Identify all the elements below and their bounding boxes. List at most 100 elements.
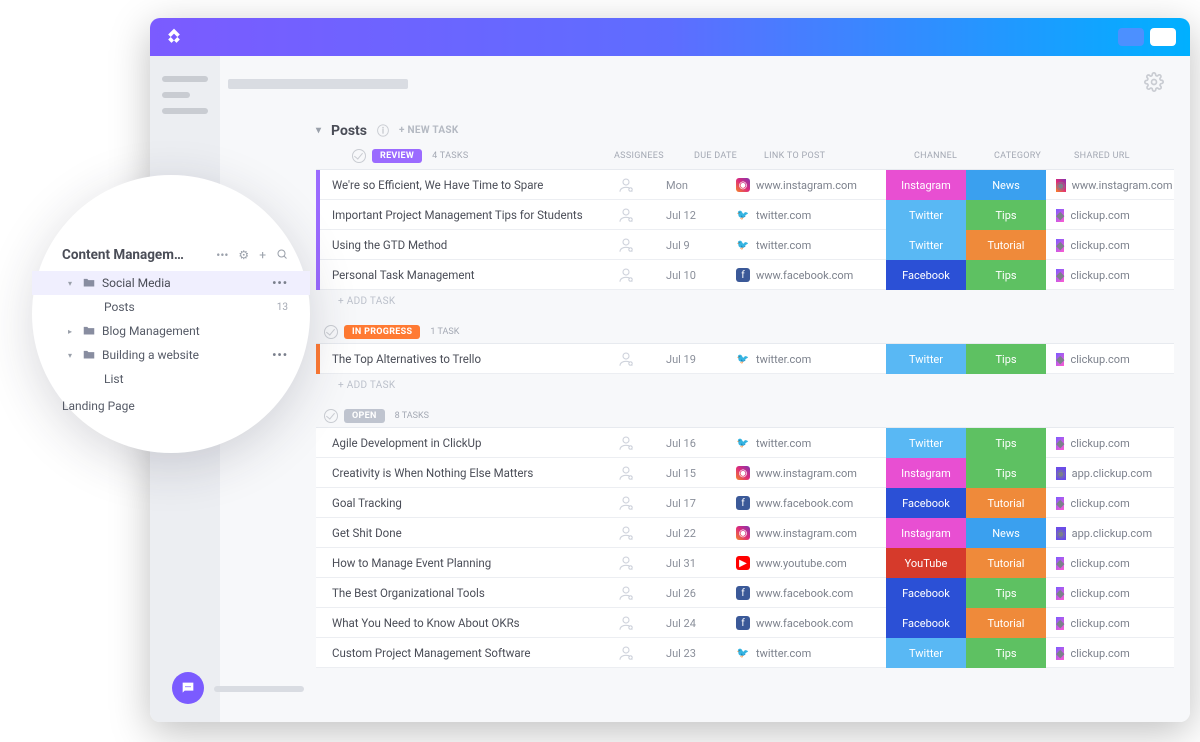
channel-tag[interactable]: Twitter xyxy=(886,200,966,230)
channel-tag[interactable]: Facebook xyxy=(886,578,966,608)
more-icon[interactable]: ••• xyxy=(272,276,288,290)
assignee-add-icon[interactable] xyxy=(586,464,666,482)
new-task-button[interactable]: + NEW TASK xyxy=(399,125,459,136)
add-task-button[interactable]: + ADD TASK xyxy=(316,374,1174,401)
task-row[interactable]: Important Project Management Tips for St… xyxy=(316,200,1174,230)
category-tag[interactable]: Tips xyxy=(966,458,1046,488)
channel-tag[interactable]: YouTube xyxy=(886,548,966,578)
status-pill[interactable]: REVIEW xyxy=(372,149,422,163)
task-row[interactable]: Goal Tracking Jul 17 fwww.facebook.com F… xyxy=(316,488,1174,518)
task-row[interactable]: Get Shit Done Jul 22 ◉www.instagram.com … xyxy=(316,518,1174,548)
link-to-post[interactable]: ▶www.youtube.com xyxy=(736,556,886,570)
gear-icon[interactable] xyxy=(1144,72,1164,96)
task-row[interactable]: Agile Development in ClickUp Jul 16 🐦twi… xyxy=(316,428,1174,458)
assignee-add-icon[interactable] xyxy=(586,350,666,368)
sidebar-list-item[interactable]: List xyxy=(32,367,310,391)
task-title[interactable]: Custom Project Management Software xyxy=(322,646,586,660)
category-tag[interactable]: News xyxy=(966,170,1046,200)
shared-url[interactable]: ◉www.instagram.com xyxy=(1046,179,1174,192)
due-date[interactable]: Jul 22 xyxy=(666,527,736,540)
task-title[interactable]: Using the GTD Method xyxy=(322,238,586,252)
column-header[interactable]: CATEGORY xyxy=(994,151,1074,161)
task-row[interactable]: The Best Organizational Tools Jul 26 fww… xyxy=(316,578,1174,608)
sidebar-list-item[interactable]: Posts13 xyxy=(32,295,310,319)
column-header[interactable]: CHANNEL xyxy=(914,151,994,161)
channel-tag[interactable]: Twitter xyxy=(886,428,966,458)
task-row[interactable]: What You Need to Know About OKRs Jul 24 … xyxy=(316,608,1174,638)
category-tag[interactable]: Tips xyxy=(966,344,1046,374)
task-title[interactable]: Agile Development in ClickUp xyxy=(322,436,586,450)
task-row[interactable]: Using the GTD Method Jul 9 🐦twitter.com … xyxy=(316,230,1174,260)
caret-down-icon[interactable]: ▾ xyxy=(316,125,321,136)
link-to-post[interactable]: fwww.facebook.com xyxy=(736,496,886,510)
category-tag[interactable]: Tips xyxy=(966,200,1046,230)
due-date[interactable]: Jul 16 xyxy=(666,437,736,450)
column-header[interactable]: DUE DATE xyxy=(694,151,764,161)
task-title[interactable]: How to Manage Event Planning xyxy=(322,556,586,570)
channel-tag[interactable]: Instagram xyxy=(886,170,966,200)
category-tag[interactable]: Tips xyxy=(966,260,1046,290)
link-to-post[interactable]: ◉www.instagram.com xyxy=(736,466,886,480)
shared-url[interactable]: ◆clickup.com xyxy=(1046,353,1174,366)
link-to-post[interactable]: fwww.facebook.com xyxy=(736,268,886,282)
task-title[interactable]: Goal Tracking xyxy=(322,496,586,510)
more-icon[interactable]: ••• xyxy=(272,348,288,362)
status-toggle-icon[interactable] xyxy=(324,409,338,423)
due-date[interactable]: Jul 17 xyxy=(666,497,736,510)
chevron-right-icon[interactable]: ▸ xyxy=(68,327,76,336)
assignee-add-icon[interactable] xyxy=(586,266,666,284)
channel-tag[interactable]: Twitter xyxy=(886,230,966,260)
search-icon[interactable] xyxy=(276,248,288,263)
plus-icon[interactable]: + xyxy=(259,248,266,262)
task-row[interactable]: How to Manage Event Planning Jul 31 ▶www… xyxy=(316,548,1174,578)
link-to-post[interactable]: 🐦twitter.com xyxy=(736,436,886,450)
due-date[interactable]: Jul 10 xyxy=(666,269,736,282)
shared-url[interactable]: ◆clickup.com xyxy=(1046,587,1174,600)
category-tag[interactable]: Tutorial xyxy=(966,488,1046,518)
shared-url[interactable]: ◆clickup.com xyxy=(1046,209,1174,222)
chevron-down-icon[interactable]: ▾ xyxy=(68,279,76,288)
link-to-post[interactable]: 🐦twitter.com xyxy=(736,646,886,660)
assignee-add-icon[interactable] xyxy=(586,206,666,224)
shared-url[interactable]: ◆clickup.com xyxy=(1046,557,1174,570)
add-task-button[interactable]: + ADD TASK xyxy=(316,290,1174,317)
due-date[interactable]: Jul 19 xyxy=(666,353,736,366)
shared-url[interactable]: ◆clickup.com xyxy=(1046,437,1174,450)
category-tag[interactable]: Tutorial xyxy=(966,548,1046,578)
assignee-add-icon[interactable] xyxy=(586,434,666,452)
task-title[interactable]: Get Shit Done xyxy=(322,526,586,540)
due-date[interactable]: Jul 15 xyxy=(666,467,736,480)
task-row[interactable]: Personal Task Management Jul 10 fwww.fac… xyxy=(316,260,1174,290)
sidebar-folder[interactable]: ▾Building a website••• xyxy=(32,343,310,367)
status-pill[interactable]: OPEN xyxy=(344,409,385,423)
column-header[interactable]: SHARED URL xyxy=(1074,151,1174,161)
assignee-add-icon[interactable] xyxy=(586,524,666,542)
channel-tag[interactable]: Twitter xyxy=(886,344,966,374)
task-title[interactable]: We're so Efficient, We Have Time to Spar… xyxy=(322,178,586,192)
channel-tag[interactable]: Instagram xyxy=(886,518,966,548)
category-tag[interactable]: Tips xyxy=(966,428,1046,458)
due-date[interactable]: Jul 23 xyxy=(666,647,736,660)
due-date[interactable]: Jul 9 xyxy=(666,239,736,252)
link-to-post[interactable]: 🐦twitter.com xyxy=(736,238,886,252)
due-date[interactable]: Jul 12 xyxy=(666,209,736,222)
due-date[interactable]: Jul 24 xyxy=(666,617,736,630)
chevron-down-icon[interactable]: ▾ xyxy=(68,351,76,360)
status-toggle-icon[interactable] xyxy=(324,325,338,339)
channel-tag[interactable]: Facebook xyxy=(886,608,966,638)
category-tag[interactable]: Tutorial xyxy=(966,608,1046,638)
link-to-post[interactable]: fwww.facebook.com xyxy=(736,586,886,600)
task-title[interactable]: What You Need to Know About OKRs xyxy=(322,616,586,630)
category-tag[interactable]: News xyxy=(966,518,1046,548)
task-title[interactable]: The Best Organizational Tools xyxy=(322,586,586,600)
shared-url[interactable]: ◉app.clickup.com xyxy=(1046,467,1174,480)
shared-url[interactable]: ◉app.clickup.com xyxy=(1046,527,1174,540)
info-icon[interactable]: ⓘ xyxy=(377,122,389,139)
task-title[interactable]: Important Project Management Tips for St… xyxy=(322,208,586,222)
titlebar-button[interactable] xyxy=(1150,28,1176,46)
task-row[interactable]: We're so Efficient, We Have Time to Spar… xyxy=(316,170,1174,200)
shared-url[interactable]: ◆clickup.com xyxy=(1046,647,1174,660)
shared-url[interactable]: ◆clickup.com xyxy=(1046,617,1174,630)
assignee-add-icon[interactable] xyxy=(586,176,666,194)
channel-tag[interactable]: Twitter xyxy=(886,638,966,668)
